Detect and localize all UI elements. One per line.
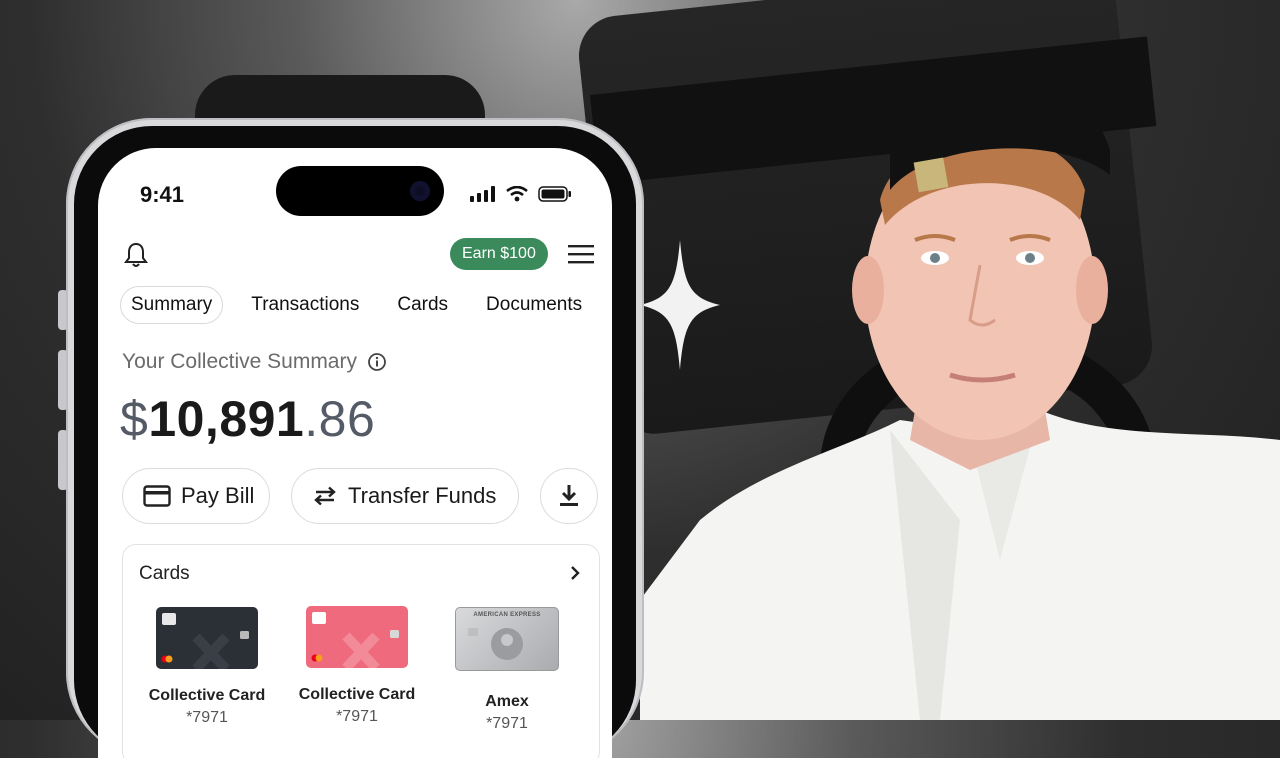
battery-icon (538, 186, 571, 202)
status-icons (470, 186, 572, 202)
tab-bar: Summary Transactions Cards Documents (120, 286, 610, 324)
status-time: 9:41 (140, 182, 185, 207)
tab-documents[interactable]: Documents (476, 287, 592, 323)
balance-currency: $ (120, 391, 149, 447)
credit-card-icon (143, 485, 171, 507)
phone-bezel: 9:41 Earn $100 Summary Transactions Card… (74, 126, 636, 758)
card-number: *7971 (186, 709, 228, 726)
info-icon[interactable] (367, 352, 387, 372)
card-image-amex: AMERICAN EXPRESS (455, 607, 559, 671)
phone-frame: 9:41 Earn $100 Summary Transactions Card… (66, 118, 644, 758)
download-button[interactable] (540, 468, 598, 524)
tab-summary[interactable]: Summary (120, 286, 224, 324)
card-item[interactable]: Collective Card *7971 (287, 606, 427, 726)
tab-cards[interactable]: Cards (387, 287, 458, 323)
card-number: *7971 (486, 715, 528, 732)
transfer-arrows-icon (314, 486, 336, 506)
download-icon (560, 485, 578, 506)
signal-icon (470, 186, 495, 202)
balance-cents: .86 (304, 391, 376, 447)
collective-card-graphic (311, 612, 399, 668)
card-image-dark (156, 607, 258, 669)
presenter-photo (640, 63, 1280, 720)
card-number: *7971 (336, 708, 378, 725)
pay-bill-label: Pay Bill (181, 483, 255, 508)
wifi-icon (506, 186, 528, 202)
app-screen: 9:41 Earn $100 Summary Transactions Card… (98, 148, 612, 758)
balance-whole: 10,891 (148, 391, 305, 447)
card-item[interactable]: AMERICAN EXPRESS Amex *7971 (437, 607, 577, 733)
dynamic-island (276, 166, 444, 216)
pay-bill-button[interactable]: Pay Bill (122, 468, 270, 524)
chevron-right-icon[interactable] (569, 565, 581, 581)
summary-title-row: Your Collective Summary (122, 350, 387, 374)
balance-amount: $10,891.86 (120, 390, 375, 448)
earn-referral-button[interactable]: Earn $100 (450, 238, 548, 270)
card-name: Collective Card (298, 686, 416, 703)
cards-panel: Cards Collective Card *7971 Collective C… (122, 544, 600, 758)
card-name: Amex (485, 693, 529, 710)
card-name: Collective Card (148, 687, 266, 704)
card-item[interactable]: Collective Card *7971 (137, 607, 277, 727)
transfer-funds-label: Transfer Funds (348, 483, 497, 508)
tab-transactions[interactable]: Transactions (241, 287, 369, 323)
hamburger-menu-icon[interactable] (568, 244, 594, 264)
collective-card-graphic (161, 613, 249, 669)
transfer-funds-button[interactable]: Transfer Funds (291, 468, 519, 524)
cards-section-title: Cards (139, 563, 190, 584)
camera-icon (410, 181, 430, 201)
card-image-pink (306, 606, 408, 668)
amex-centurion-graphic (468, 628, 523, 660)
summary-title: Your Collective Summary (122, 350, 357, 373)
bell-icon[interactable] (124, 242, 148, 268)
